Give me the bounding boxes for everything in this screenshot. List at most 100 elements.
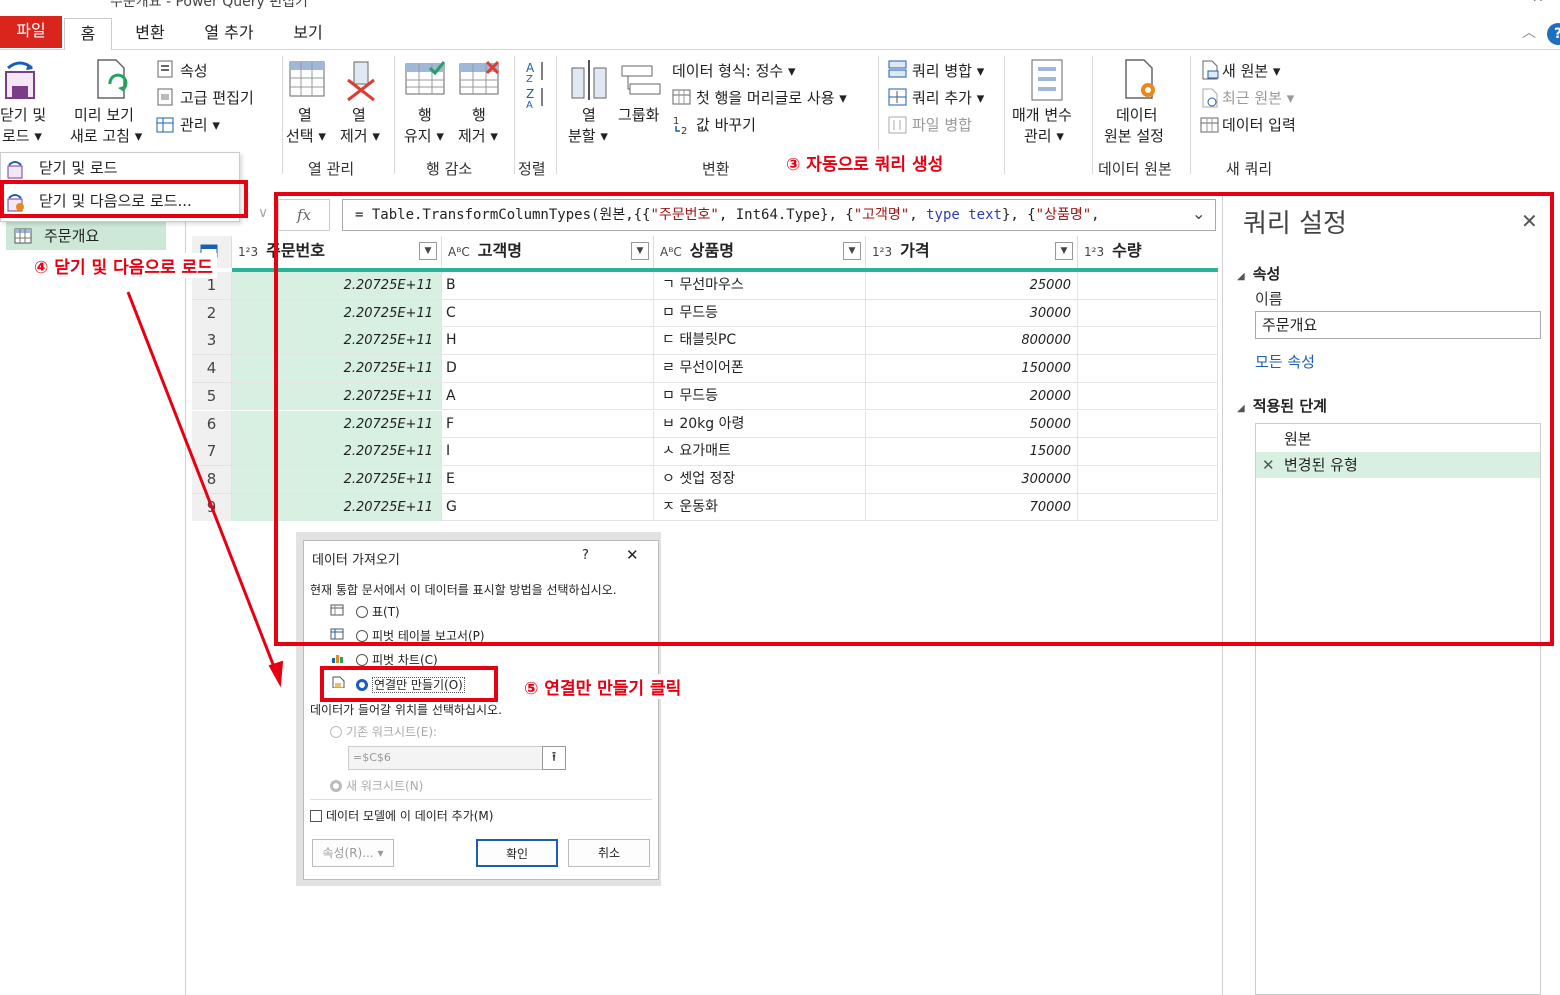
radio-new-sheet[interactable] xyxy=(330,780,342,792)
collapse-dialog-icon[interactable]: ⭱ xyxy=(542,746,566,770)
type-icon[interactable]: 1²3 xyxy=(238,245,258,259)
group-label-sort: 정렬 xyxy=(518,160,546,178)
annotation-step3: ③ 자동으로 쿼리 생성 xyxy=(782,150,948,175)
replace-values-icon: 12 xyxy=(673,116,687,136)
refresh-preview-icon[interactable] xyxy=(92,58,132,102)
tab-file[interactable]: 파일 xyxy=(0,16,62,48)
close-load-label-2[interactable]: 로드 ▾ xyxy=(2,125,42,146)
properties-button[interactable]: 속성 xyxy=(180,60,208,81)
group-separator xyxy=(1190,56,1191,174)
close-load-item-icon xyxy=(7,161,23,179)
group-separator xyxy=(1004,56,1005,174)
remove-rows-icon[interactable] xyxy=(458,60,500,96)
option-existing-sheet[interactable]: 기존 워크시트(E): xyxy=(330,723,437,740)
first-row-header-button[interactable]: 첫 행을 머리글로 사용 ▾ xyxy=(696,87,847,108)
choose-columns-label-2[interactable]: 선택 ▾ xyxy=(286,125,326,146)
choose-columns-label-1[interactable]: 열 xyxy=(298,104,312,125)
svg-text:A: A xyxy=(526,100,533,108)
properties-dialog-button[interactable]: 속성(R)... ▾ xyxy=(312,839,394,867)
row-number[interactable]: 9 xyxy=(192,493,232,521)
replace-values-button[interactable]: 값 바꾸기 xyxy=(696,114,756,135)
first-row-header-icon xyxy=(672,89,691,105)
advanced-editor-button[interactable]: 고급 편집기 xyxy=(180,87,254,108)
properties-icon xyxy=(157,60,173,78)
close-load-label-1[interactable]: 닫기 및 xyxy=(0,104,46,125)
tab-add-column[interactable]: 열 추가 xyxy=(192,18,266,48)
row-number[interactable]: 4 xyxy=(192,355,232,383)
recent-sources-button[interactable]: 최근 원본 ▾ xyxy=(1222,87,1294,108)
annotation-step5: ⑤ 연결만 만들기 클릭 xyxy=(520,674,686,699)
remove-columns-label-1[interactable]: 열 xyxy=(352,104,366,125)
tab-transform[interactable]: 변환 xyxy=(122,18,178,48)
group-by-icon[interactable] xyxy=(620,64,662,98)
remove-rows-label-2[interactable]: 제거 ▾ xyxy=(458,125,498,146)
manage-parameters-label-2[interactable]: 관리 ▾ xyxy=(1024,125,1064,146)
split-column-label-1[interactable]: 열 xyxy=(582,104,596,125)
option-new-sheet[interactable]: 새 워크시트(N) xyxy=(330,777,423,794)
radio-pivot-chart[interactable] xyxy=(356,654,368,666)
close-window-button[interactable]: ✕ xyxy=(1532,0,1544,6)
new-source-button[interactable]: 새 원본 ▾ xyxy=(1222,60,1280,81)
manage-button[interactable]: 관리 ▾ xyxy=(180,114,220,135)
data-source-settings-label-1[interactable]: 데이터 xyxy=(1116,104,1157,125)
merge-queries-button[interactable]: 쿼리 병합 ▾ xyxy=(912,60,984,81)
manage-parameters-icon[interactable] xyxy=(1030,58,1064,102)
collapse-ribbon-icon[interactable]: ︿ xyxy=(1522,22,1536,42)
data-source-settings-icon[interactable] xyxy=(1122,58,1162,102)
remove-columns-icon[interactable] xyxy=(346,60,376,102)
chevron-down-icon[interactable]: ∨ xyxy=(258,205,268,221)
manage-icon xyxy=(156,117,174,133)
close-load-icon[interactable] xyxy=(2,58,38,102)
refresh-label-2[interactable]: 새로 고침 ▾ xyxy=(70,125,142,146)
data-source-settings-label-2[interactable]: 원본 설정 xyxy=(1104,125,1164,146)
keep-rows-label-2[interactable]: 유지 ▾ xyxy=(404,125,444,146)
row-number[interactable]: 6 xyxy=(192,410,232,438)
add-model-checkbox[interactable] xyxy=(310,810,322,822)
row-number[interactable]: 5 xyxy=(192,382,232,410)
query-item[interactable]: 주문개요 xyxy=(6,222,166,250)
sort-icon[interactable]: A Z Z A xyxy=(524,58,548,108)
recent-sources-icon xyxy=(1202,88,1218,108)
keep-rows-icon[interactable] xyxy=(404,60,446,96)
menu-item-label: 닫기 및 로드 xyxy=(39,159,118,177)
enter-data-icon xyxy=(1200,117,1219,133)
split-column-label-2[interactable]: 분할 ▾ xyxy=(568,125,608,146)
ok-button[interactable]: 확인 xyxy=(476,839,558,867)
row-number[interactable]: 7 xyxy=(192,438,232,466)
group-by-button[interactable]: 그룹화 xyxy=(618,104,659,125)
svg-text:Z: Z xyxy=(526,87,534,101)
location-prompt: 데이터가 들어갈 위치를 선택하십시오. xyxy=(310,703,502,717)
manage-parameters-label-1[interactable]: 매개 변수 xyxy=(1012,104,1072,125)
combine-files-button[interactable]: 파일 병합 xyxy=(912,114,972,135)
group-label-new-query: 새 쿼리 xyxy=(1226,160,1273,178)
radio-existing-sheet[interactable] xyxy=(330,726,342,738)
group-separator xyxy=(514,56,515,174)
remove-columns-label-2[interactable]: 제거 ▾ xyxy=(340,125,380,146)
append-queries-button[interactable]: 쿼리 추가 ▾ xyxy=(912,87,984,108)
row-number[interactable]: 8 xyxy=(192,465,232,493)
title-bar: 주문개요 - Power Query 편집기 – ✕ xyxy=(0,0,1560,10)
tab-home[interactable]: 홈 xyxy=(64,18,112,51)
option-label: 기존 워크시트(E): xyxy=(346,725,438,739)
row-number[interactable]: 2 xyxy=(192,299,232,327)
add-to-data-model[interactable]: 데이터 모델에 이 데이터 추가(M) xyxy=(310,807,493,824)
help-button[interactable]: ? xyxy=(1547,23,1560,45)
choose-columns-icon[interactable] xyxy=(288,60,326,98)
split-column-icon[interactable] xyxy=(568,58,610,102)
table-icon xyxy=(14,228,32,244)
cell-reference-input[interactable]: =$C$6 xyxy=(348,746,566,770)
keep-rows-label-1[interactable]: 행 xyxy=(418,104,432,125)
row-number[interactable]: 3 xyxy=(192,327,232,355)
enter-data-button[interactable]: 데이터 입력 xyxy=(1222,114,1296,135)
group-separator xyxy=(282,56,283,174)
tab-view[interactable]: 보기 xyxy=(282,18,334,48)
cancel-button[interactable]: 취소 xyxy=(568,839,650,867)
minimize-button[interactable]: – xyxy=(1470,0,1477,6)
svg-text:A: A xyxy=(526,61,535,75)
annotation-step4: ④ 닫기 및 다음으로 로드 xyxy=(30,253,217,278)
data-type-button[interactable]: 데이터 형식: 정수 ▾ xyxy=(672,60,796,81)
refresh-label-1[interactable]: 미리 보기 xyxy=(74,104,134,125)
remove-rows-label-1[interactable]: 행 xyxy=(472,104,486,125)
append-queries-icon xyxy=(888,88,907,106)
highlight-query-area xyxy=(274,192,1554,646)
